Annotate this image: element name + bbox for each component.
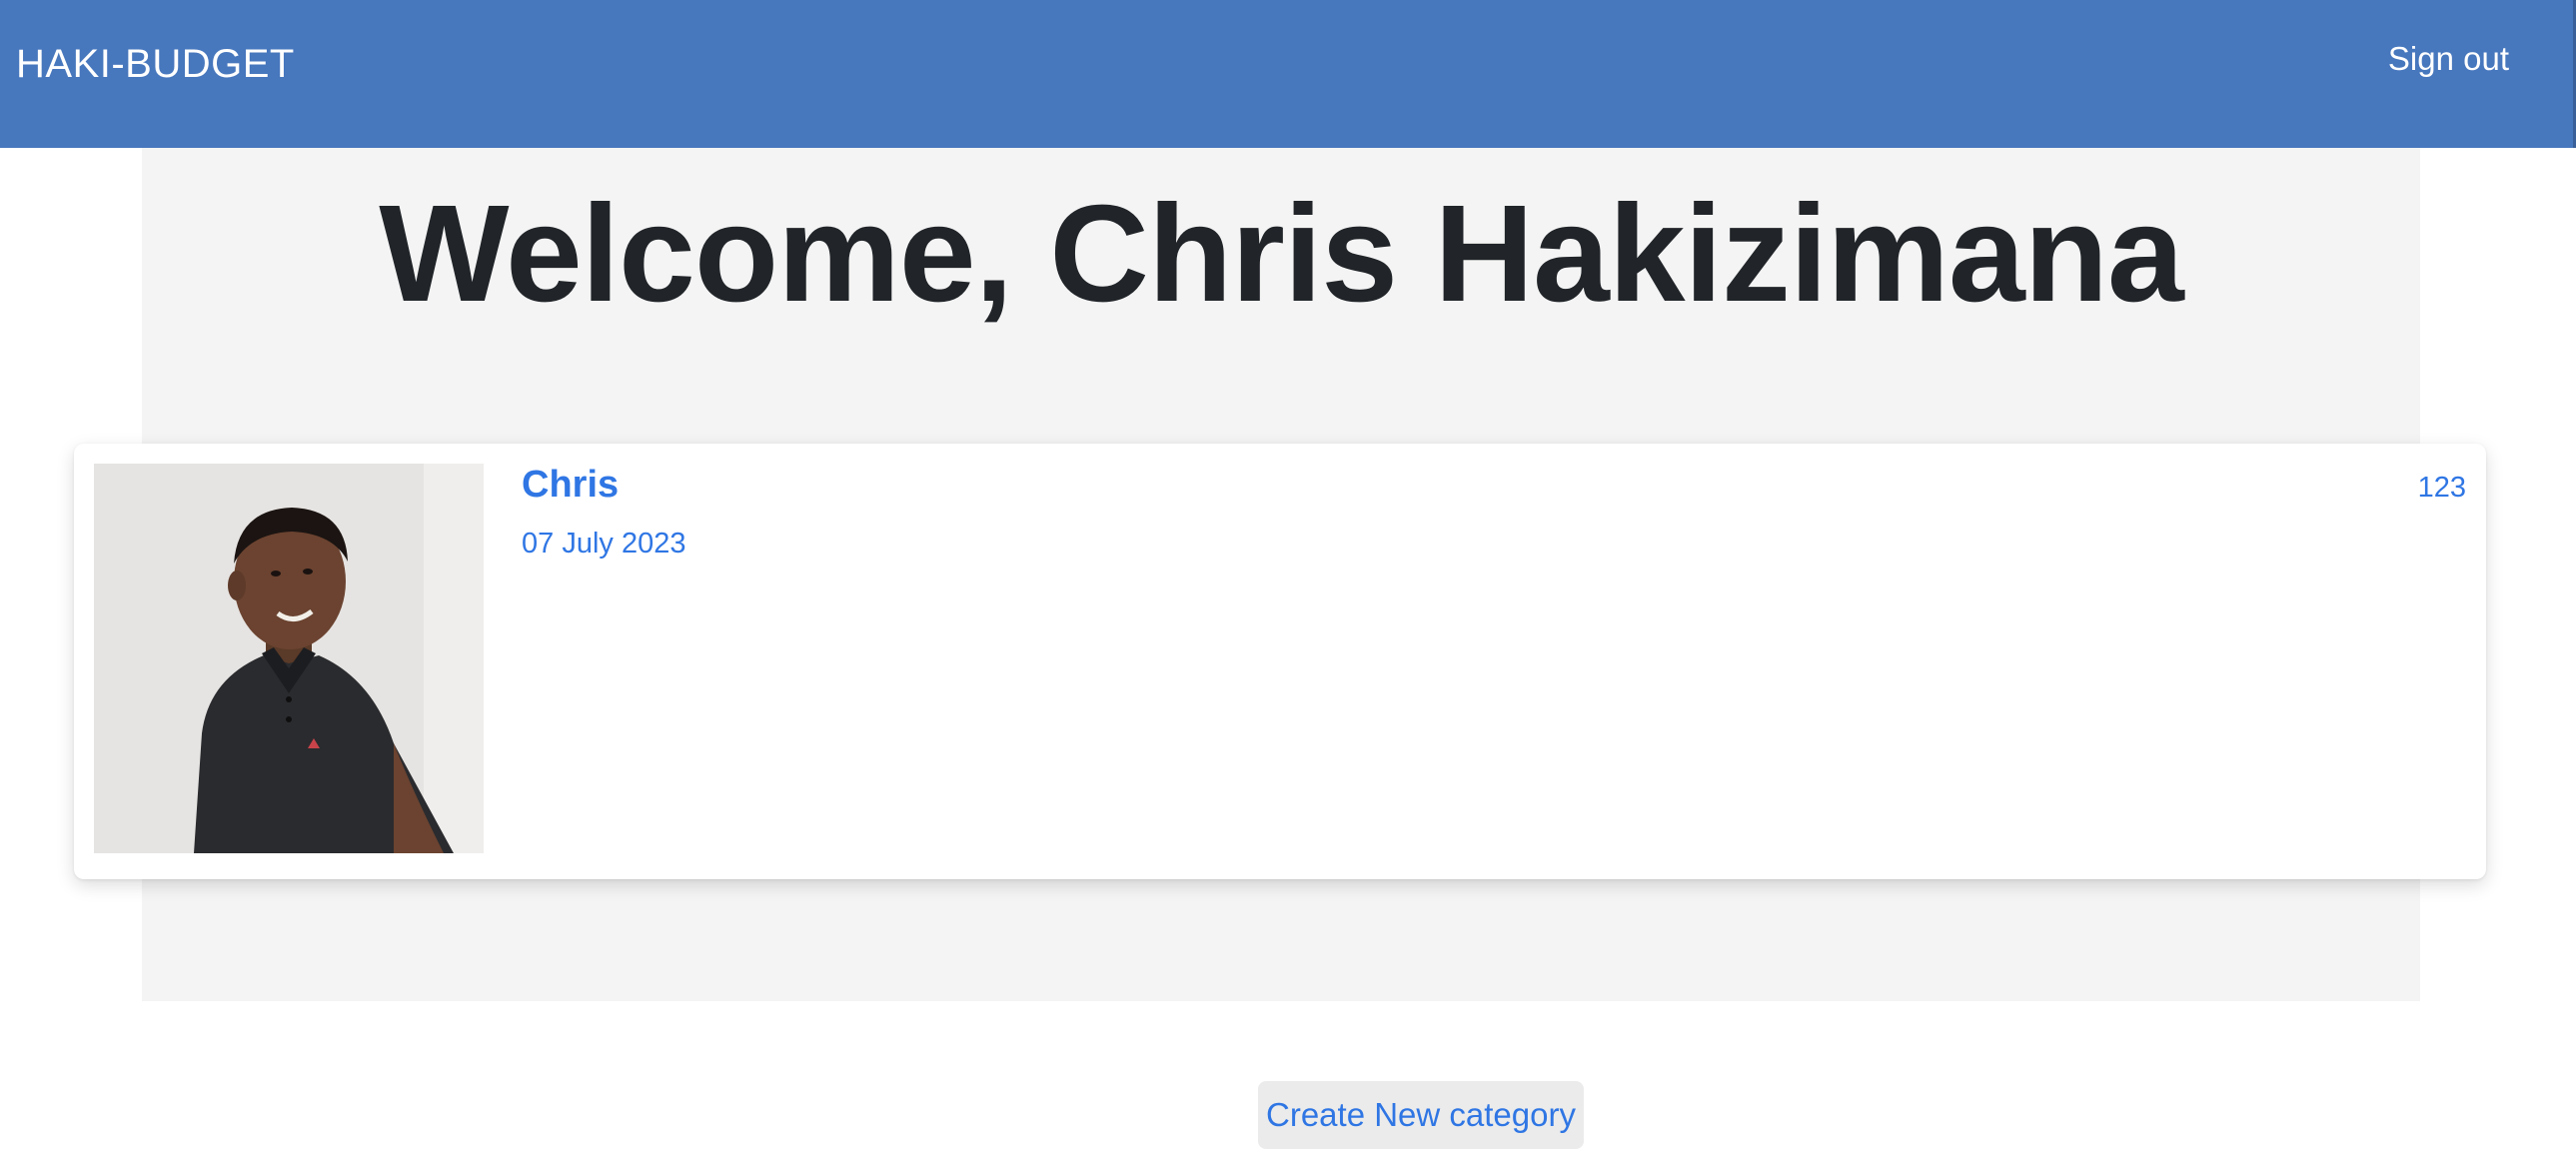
category-card[interactable]: Chris 07 July 2023 123 — [74, 444, 2486, 879]
category-photo — [94, 464, 484, 853]
user-photo-icon — [94, 464, 484, 853]
top-navbar: HAKI-BUDGET Sign out — [0, 0, 2576, 148]
category-date: 07 July 2023 — [522, 528, 686, 560]
category-name: Chris — [522, 464, 620, 506]
welcome-heading: Welcome, Chris Hakizimana — [379, 177, 2183, 331]
category-amount: 123 — [2417, 472, 2466, 504]
sign-out-button[interactable]: Sign out — [2388, 40, 2509, 78]
brand-logo-link[interactable]: HAKI-BUDGET — [16, 42, 295, 87]
create-category-button[interactable]: Create New category — [1258, 1081, 1584, 1149]
